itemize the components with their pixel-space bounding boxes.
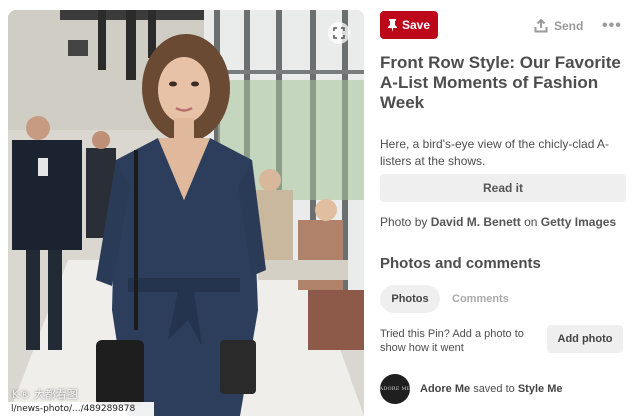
pin-description: Here, a bird's-eye view of the chicly-cl… bbox=[380, 137, 610, 168]
fashion-photo-illustration bbox=[8, 10, 364, 416]
save-button-label: Save bbox=[401, 18, 431, 32]
tab-comments[interactable]: Comments bbox=[452, 285, 509, 313]
photos-comments-heading: Photos and comments bbox=[380, 255, 541, 272]
photo-watermark-logo: K® 大都看图 bbox=[12, 388, 78, 401]
send-button-label: Send bbox=[554, 19, 584, 33]
pin-image[interactable]: K® 大都看图 l/news-photo/.../489289878 bbox=[8, 10, 364, 416]
credit-author-link[interactable]: David M. Benett bbox=[431, 215, 521, 229]
saved-by-row: ADORE ME Adore Me saved to Style Me bbox=[379, 374, 563, 404]
saved-verb: saved to bbox=[473, 383, 515, 395]
save-button[interactable]: Save bbox=[380, 11, 438, 39]
expand-icon[interactable] bbox=[328, 22, 350, 44]
saved-by-user-link[interactable]: Adore Me bbox=[420, 383, 470, 395]
credit-prefix: Photo by bbox=[380, 215, 428, 229]
tab-photos[interactable]: Photos bbox=[380, 285, 440, 313]
send-button[interactable]: Send bbox=[534, 16, 583, 36]
credit-source-link[interactable]: Getty Images bbox=[541, 215, 616, 229]
photo-credit: Photo by David M. Benett on Getty Images bbox=[380, 215, 630, 229]
saved-board-link[interactable]: Style Me bbox=[518, 383, 563, 395]
add-photo-button[interactable]: Add photo bbox=[547, 325, 623, 353]
credit-mid: on bbox=[524, 215, 538, 229]
pushpin-icon bbox=[387, 18, 397, 32]
add-photo-prompt: Tried this Pin? Add a photo to show how … bbox=[380, 328, 524, 354]
expand-arrows-icon bbox=[333, 27, 345, 39]
pin-page: K® 大都看图 l/news-photo/.../489289878 Save … bbox=[0, 0, 640, 416]
read-it-button[interactable]: Read it bbox=[380, 174, 626, 202]
more-options-icon[interactable]: ••• bbox=[602, 16, 622, 36]
avatar-logo-text: ADORE ME bbox=[379, 386, 411, 392]
pin-title[interactable]: Front Row Style: Our Favorite A-List Mom… bbox=[380, 53, 630, 113]
avatar[interactable]: ADORE ME bbox=[379, 374, 411, 404]
status-url-bar: l/news-photo/.../489289878 bbox=[8, 402, 154, 416]
pin-details-pane: Save Send ••• Front Row Style: Our Favor… bbox=[379, 0, 632, 416]
share-upload-icon bbox=[534, 19, 548, 33]
